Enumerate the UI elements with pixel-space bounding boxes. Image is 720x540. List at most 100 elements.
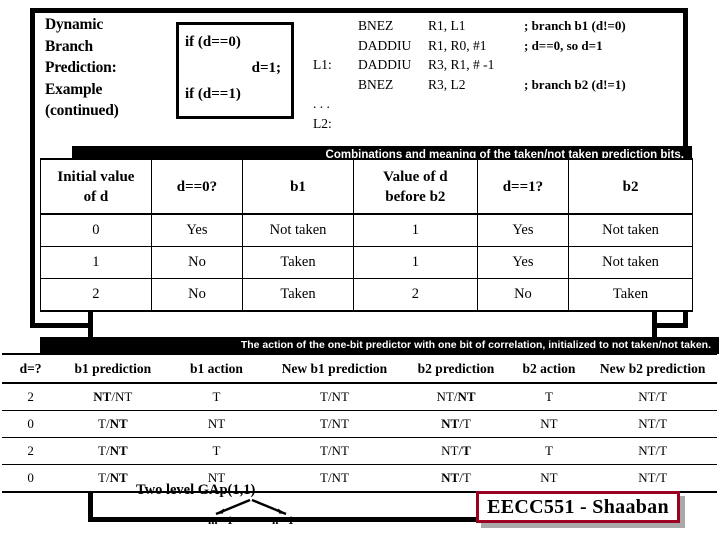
pair-first: NT xyxy=(441,470,460,485)
table-row: 1 No Taken 1 Yes Not taken xyxy=(40,246,693,279)
cell-b1-prediction: T/NT xyxy=(59,410,167,438)
table-row: 0 Yes Not taken 1 Yes Not taken xyxy=(40,213,693,247)
th-line2: b1 xyxy=(290,178,306,195)
pair-second: NT xyxy=(109,443,128,458)
cell-b1-action: NT xyxy=(166,410,267,438)
cell: Taken xyxy=(242,278,354,312)
asm-opcode: DADDIU xyxy=(358,57,412,72)
pair-first: T xyxy=(97,470,106,485)
asm-operands: R1, L1 xyxy=(428,18,466,33)
table-header-row: d=? b1 prediction b1 action New b1 predi… xyxy=(2,353,717,384)
cell: Yes xyxy=(476,213,570,247)
asm-ellipsis: . . . xyxy=(313,96,330,111)
th-b1-prediction: b1 prediction xyxy=(59,353,167,384)
cell-new-b2-prediction: NT/T xyxy=(588,382,717,411)
th-new-b2-prediction: New b2 prediction xyxy=(588,353,717,384)
cell-b1-action: T xyxy=(166,437,267,465)
th-new-b1-prediction: New b1 prediction xyxy=(266,353,403,384)
asm-opcode: DADDIU xyxy=(358,37,412,53)
pair-second: NT xyxy=(109,470,128,485)
cell-b2-action: T xyxy=(509,382,589,411)
pair-second: T xyxy=(462,443,471,458)
asm-operands: R1, R0, #1 xyxy=(428,37,487,53)
cell: 1 xyxy=(352,246,478,279)
th-line2: of d xyxy=(83,188,109,205)
cell-new-b1-prediction: T/NT xyxy=(266,410,403,438)
th-line2: before b2 xyxy=(385,188,446,205)
cell: No xyxy=(150,278,244,312)
predictor-action-table: d=? b1 prediction b1 action New b1 predi… xyxy=(2,353,717,493)
th-b2: b2 xyxy=(568,158,693,215)
cell: 2 xyxy=(352,278,478,312)
cell-b1-prediction: NT/NT xyxy=(59,382,167,411)
cell-new-b2-prediction: NT/T xyxy=(588,464,717,493)
table2-caption-bar: The action of the one-bit predictor with… xyxy=(40,337,719,354)
th-b1: b1 xyxy=(242,158,354,215)
table-row: 0 T/NT NT T/NT NT/T NT NT/T xyxy=(2,464,717,493)
th-line2: b2 xyxy=(622,178,639,195)
cell-b1-prediction: T/NT xyxy=(59,437,167,465)
cell-b1-action: T xyxy=(166,382,267,411)
cell-b2-prediction: NT/T xyxy=(402,464,510,493)
cell-b2-action: T xyxy=(509,437,589,465)
th-initial-value-of-d: Initial value of d xyxy=(40,158,152,215)
cell-d: 0 xyxy=(2,410,60,438)
cell-new-b1-prediction: T/NT xyxy=(266,464,403,493)
code-line-assign: d=1; xyxy=(251,60,281,76)
m-parameter-label: m= 1 xyxy=(208,515,233,527)
n-parameter-label: n= 1 xyxy=(272,515,294,527)
frame-border-mid-right xyxy=(652,323,688,328)
th-b1-action: b1 action xyxy=(166,353,267,384)
asm-opcode: BNEZ xyxy=(358,18,394,33)
cell: Not taken xyxy=(568,246,693,279)
frame-border-mid-left xyxy=(30,323,92,328)
pair-first: T xyxy=(97,416,106,431)
asm-operands: R3, R1, # -1 xyxy=(428,57,495,72)
th-b2-prediction: b2 prediction xyxy=(402,353,510,384)
table-row: 2 NT/NT T T/NT NT/NT T NT/T xyxy=(2,382,717,411)
assembly-listing: BNEZ R1, L1 ; branch b1 (d!=0) DADDIU R1, R… xyxy=(313,16,626,133)
cell-d: 2 xyxy=(2,437,60,465)
pair-second: NT xyxy=(114,389,133,404)
code-line-if-d1: if (d==1) xyxy=(185,86,241,102)
cell-d: 2 xyxy=(2,382,60,411)
pair-second: T xyxy=(462,416,471,431)
title-line-4: Example xyxy=(45,80,103,98)
frame-border-left-upper xyxy=(30,8,35,328)
cell: Not taken xyxy=(242,213,354,247)
asm-comment: ; branch b1 (d!=0) xyxy=(524,18,626,33)
pair-first: NT xyxy=(436,389,454,404)
table-row: 2 T/NT T T/NT NT/T T NT/T xyxy=(2,437,717,465)
th-d-equals-0: d==0? xyxy=(150,158,244,215)
course-badge: EECC551 - Shaaban xyxy=(476,491,680,523)
th-value-of-d-before-b2: Value of d before b2 xyxy=(352,158,478,215)
th-line2: d==0? xyxy=(176,178,218,195)
th-d-equals-1: d==1? xyxy=(476,158,570,215)
cell-new-b1-prediction: T/NT xyxy=(266,382,403,411)
cell: 1 xyxy=(352,213,478,247)
cell: 2 xyxy=(40,278,152,312)
slide-title: Dynamic Branch Prediction: Example (cont… xyxy=(45,14,185,122)
prediction-bits-table: Initial value of d d==0? b1 Value of d b… xyxy=(40,158,693,312)
cell: 0 xyxy=(40,213,152,247)
th-b2-action: b2 action xyxy=(509,353,589,384)
cell: Taken xyxy=(242,246,354,279)
asm-label-l2: L2: xyxy=(313,115,332,131)
asm-comment: ; branch b2 (d!=1) xyxy=(524,76,626,92)
cell-new-b2-prediction: NT/T xyxy=(588,437,717,465)
cell-b2-prediction: NT/T xyxy=(402,437,510,465)
title-line-2: Branch xyxy=(45,37,93,55)
cell: 1 xyxy=(40,246,152,279)
table-row: 0 T/NT NT T/NT NT/T NT NT/T xyxy=(2,410,717,438)
pair-second: NT xyxy=(109,416,128,431)
th-line1: Value of d xyxy=(383,168,448,185)
table-row: 2 No Taken 2 No Taken xyxy=(40,278,693,312)
table-header-row: Initial value of d d==0? b1 Value of d b… xyxy=(40,158,693,215)
pair-first: T xyxy=(97,443,106,458)
c-source-code-box: if (d==0) d=1; if (d==1) xyxy=(176,22,294,119)
th-d-equals: d=? xyxy=(2,353,60,384)
assembly-row: BNEZ R3, L2 ; branch b2 (d!=1) xyxy=(313,75,626,95)
th-line1: Initial value xyxy=(57,168,135,185)
cell-d: 0 xyxy=(2,464,60,493)
cell-new-b2-prediction: NT/T xyxy=(588,410,717,438)
